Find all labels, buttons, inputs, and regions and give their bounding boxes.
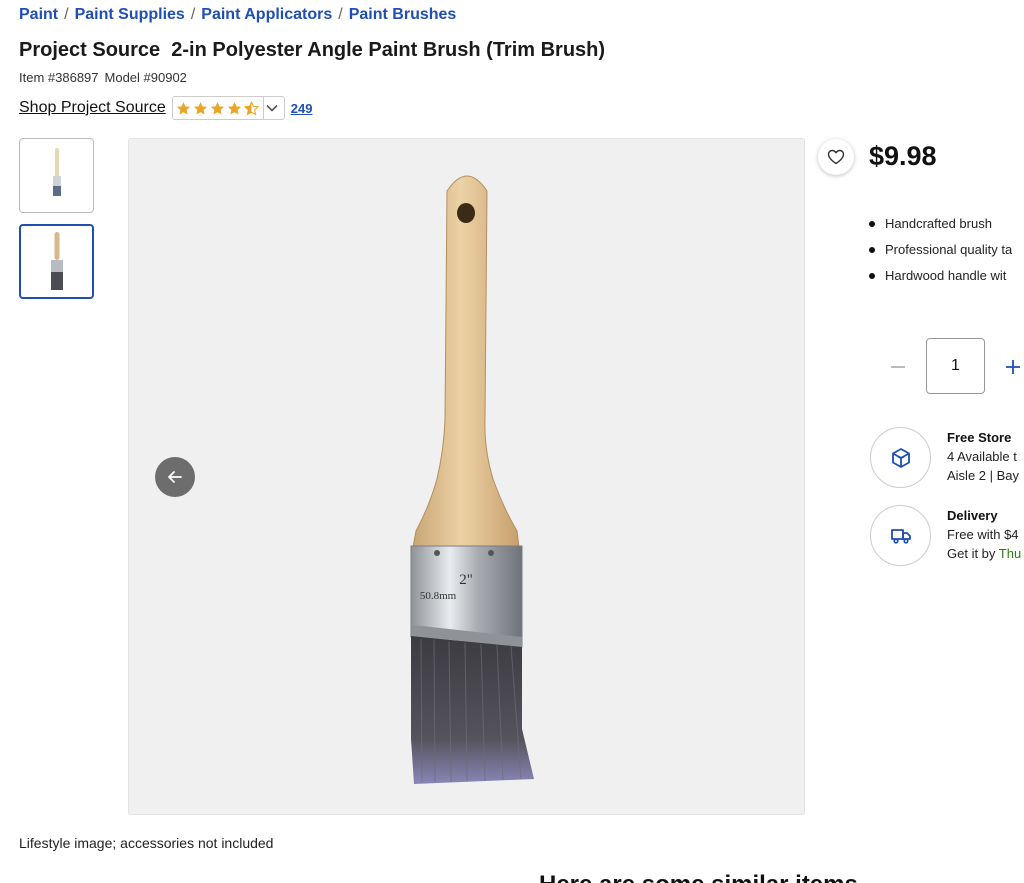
item-number: Item #386897 — [19, 70, 99, 85]
breadcrumb-separator: / — [64, 6, 69, 23]
gallery-thumbnail-2[interactable] — [19, 224, 94, 299]
pickup-location: Aisle 2 | Bay — [947, 468, 1020, 483]
feature-bullet: Hardwood handle wit — [869, 263, 1024, 289]
delivery-threshold: Free with $4 — [947, 527, 1019, 542]
brush-size-mm: 50.8mm — [420, 590, 457, 602]
chevron-down-icon — [262, 97, 281, 119]
product-meta: Item #386897 Model #90902 — [19, 70, 187, 85]
favorite-button[interactable] — [818, 139, 854, 175]
gallery-thumbnail-1[interactable] — [19, 138, 94, 213]
feature-bullet: Professional quality ta — [869, 237, 1024, 263]
breadcrumb-link-paint-supplies[interactable]: Paint Supplies — [75, 6, 185, 23]
breadcrumb-separator: / — [190, 6, 196, 23]
shop-rating-row: Shop Project Source 249 — [19, 96, 312, 120]
delivery-title: Delivery — [947, 508, 998, 523]
breadcrumb-separator: / — [338, 6, 343, 23]
breadcrumb-link-paint-applicators[interactable]: Paint Applicators — [201, 6, 332, 23]
arrow-left-icon — [168, 471, 182, 483]
heart-icon — [827, 149, 845, 165]
star-icon — [176, 101, 190, 114]
pickup-title: Free Store — [947, 430, 1012, 445]
star-icon — [227, 101, 241, 114]
quantity-decrease-button[interactable] — [886, 352, 910, 382]
breadcrumb-link-paint-brushes[interactable]: Paint Brushes — [349, 6, 457, 23]
delivery-date-prefix: Get it by — [947, 546, 999, 561]
brush-thumbnail-image — [52, 147, 61, 196]
delivery-truck-icon — [890, 528, 911, 544]
previous-image-button[interactable] — [155, 457, 195, 497]
star-icon — [193, 101, 207, 114]
delivery-date-value: Thu — [998, 546, 1022, 561]
quantity-increase-button[interactable] — [1001, 352, 1024, 382]
brush-thumbnail-image — [50, 231, 63, 290]
star-icon — [210, 101, 224, 114]
brush-size-label: 2" — [459, 572, 473, 588]
plus-icon — [1006, 360, 1020, 374]
delivery-date: Get it by Thu — [947, 544, 1024, 563]
similar-items-heading: Here are some similar items — [539, 871, 858, 883]
minus-icon — [891, 366, 905, 368]
rating-dropdown[interactable] — [171, 96, 285, 120]
shop-brand-link[interactable]: Shop Project Source — [19, 99, 166, 117]
image-caption: Lifestyle image; accessories not include… — [19, 835, 274, 851]
product-title: Project Source 2-in Polyester Angle Pain… — [19, 39, 606, 61]
pickup-info: Free Store 4 Available t Aisle 2 | Bay — [947, 428, 1024, 485]
paint-brush-image: 2" 50.8mm — [410, 175, 534, 784]
breadcrumb: Paint / Paint Supplies / Paint Applicators / P… — [19, 6, 456, 24]
half-star-icon — [243, 100, 259, 116]
pickup-availability[interactable]: 4 Available t — [947, 447, 1024, 466]
feature-bullet: Handcrafted brush — [869, 211, 1024, 237]
pickup-box-icon — [891, 447, 910, 468]
review-count-link[interactable]: 249 — [291, 101, 313, 116]
breadcrumb-link-paint[interactable]: Paint — [19, 6, 58, 23]
quantity-input[interactable] — [926, 338, 985, 394]
pickup-option-button[interactable] — [870, 427, 931, 488]
product-price: $9.98 — [869, 141, 937, 171]
product-main-image: 2" 50.8mm — [128, 138, 805, 815]
model-number: Model #90902 — [104, 70, 187, 85]
feature-bullets: Handcrafted brush Professional quality t… — [869, 211, 1024, 289]
delivery-info: Delivery Free with $4 Get it by Thu — [947, 506, 1024, 563]
delivery-option-button[interactable] — [870, 505, 931, 566]
